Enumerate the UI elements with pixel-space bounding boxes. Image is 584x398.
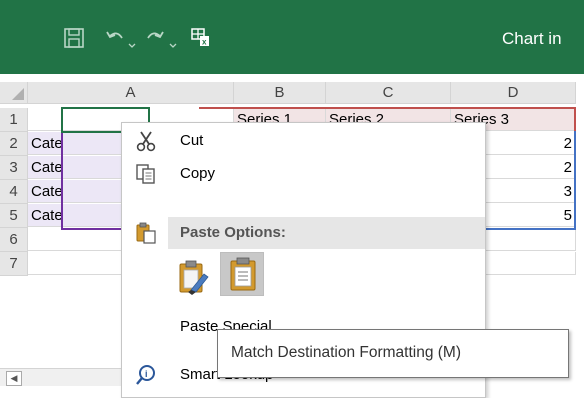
save-icon[interactable] — [63, 26, 85, 50]
categories-range-highlight — [61, 131, 63, 229]
svg-text:x: x — [202, 38, 207, 47]
column-header-c[interactable]: C — [326, 82, 451, 104]
row-header[interactable]: 5 — [0, 204, 28, 228]
menu-item-label: Cut — [180, 132, 204, 149]
row-header[interactable]: 4 — [0, 180, 28, 204]
paste-match-destination-button[interactable] — [220, 252, 264, 296]
series-range-highlight — [199, 107, 576, 109]
menu-item-label: Copy — [180, 165, 216, 182]
values-range-highlight — [574, 131, 576, 229]
series-range-highlight — [574, 107, 576, 133]
row-header[interactable]: 2 — [0, 132, 28, 156]
clipboard-icon — [136, 222, 156, 244]
row-header[interactable]: 6 — [0, 228, 28, 252]
column-header-a[interactable]: A — [28, 82, 234, 104]
select-all-corner[interactable] — [0, 82, 28, 104]
tooltip: Match Destination Formatting (M) — [217, 329, 569, 378]
row-header[interactable]: 1 — [0, 108, 28, 132]
clipboard-icon — [230, 257, 256, 291]
redo-icon[interactable] — [144, 26, 166, 50]
categories-range-highlight — [61, 228, 121, 230]
undo-icon[interactable] — [104, 26, 126, 50]
search-icon: i — [136, 365, 155, 385]
tooltip-text: Match Destination Formatting (M) — [231, 344, 461, 361]
paste-options-label: Paste Options: — [180, 224, 286, 241]
copy-icon — [136, 164, 155, 184]
column-header-b[interactable]: B — [234, 82, 326, 104]
row-header[interactable]: 7 — [0, 252, 28, 276]
title-bar: x Chart in — [0, 0, 584, 74]
chevron-down-icon[interactable] — [127, 34, 137, 58]
scroll-left-icon[interactable]: ◀ — [6, 371, 22, 386]
calculator-icon[interactable]: x — [190, 25, 212, 49]
chevron-down-icon[interactable] — [168, 34, 178, 58]
paste-options-header: Paste Options: — [168, 217, 485, 249]
scissors-icon — [136, 131, 156, 152]
menu-item-copy[interactable]: Copy — [122, 158, 485, 188]
window-title: Chart in — [502, 29, 562, 48]
column-header-d[interactable]: D — [451, 82, 576, 104]
row-header[interactable]: 3 — [0, 156, 28, 180]
paste-keep-source-formatting-icon[interactable] — [174, 256, 214, 296]
svg-text:i: i — [145, 369, 148, 379]
menu-item-cut[interactable]: Cut — [122, 125, 485, 155]
